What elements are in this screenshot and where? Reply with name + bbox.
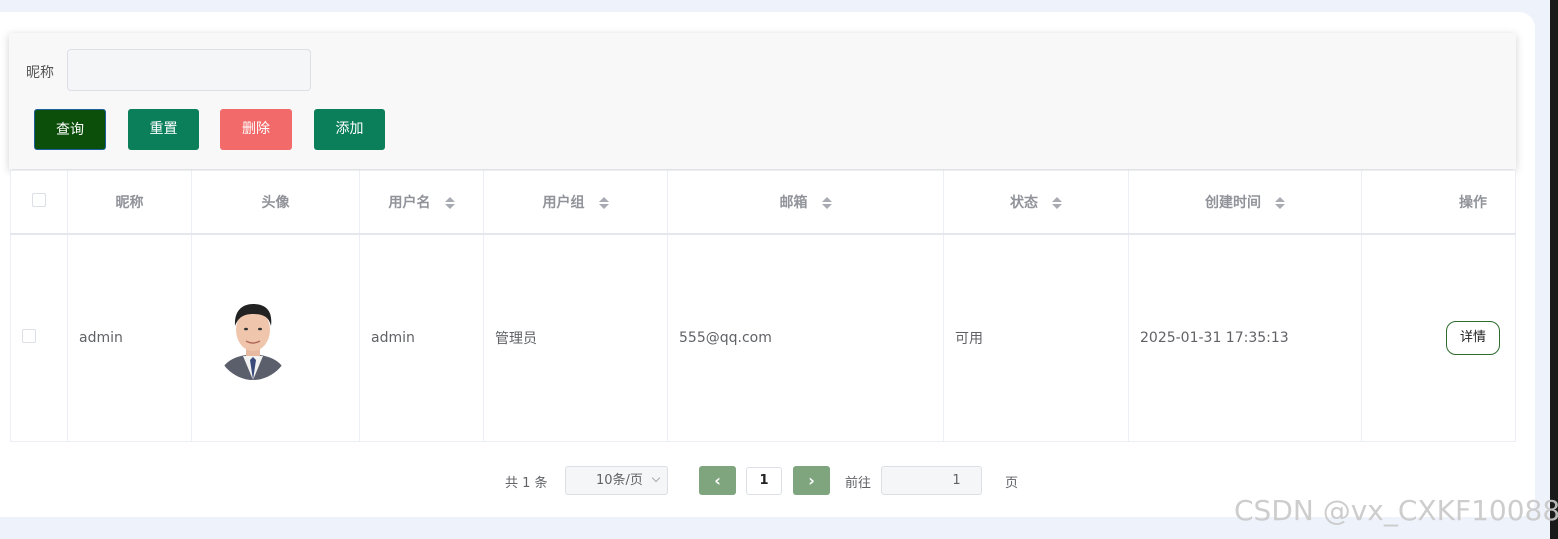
detail-button[interactable]: 详情 [1446,320,1500,355]
table-header: 昵称 头像 用户名 用户组 邮箱 状态 创建时间 操作 [10,170,1516,234]
cell-group: 管理员 [483,233,668,442]
header-avatar-label: 头像 [261,194,290,211]
add-button[interactable]: 添加 [314,109,385,150]
goto-label: 前往 [845,476,872,491]
header-nickname: 昵称 [67,170,192,234]
chevron-left-icon: ‹ [714,471,721,490]
sort-icon[interactable] [1275,196,1285,210]
sort-icon[interactable] [1052,196,1062,210]
main-card: 昵称 查询 重置 删除 添加 昵称 头像 用户名 用户组 邮箱 状态 创建时间 [0,12,1535,517]
header-created-label: 创建时间 [1205,194,1261,211]
header-nickname-label: 昵称 [115,194,144,211]
reset-button[interactable]: 重置 [128,109,199,150]
chevron-down-icon [651,473,661,483]
select-all-checkbox[interactable] [32,192,46,207]
header-select-all [10,170,68,234]
nickname-search-input[interactable] [67,49,311,91]
cell-status: 可用 [943,233,1129,442]
row-select-cell [10,233,68,442]
sort-icon[interactable] [598,196,609,210]
delete-button[interactable]: 删除 [220,109,292,150]
cell-operation: 详情 [1361,233,1516,442]
page-size-select[interactable]: 10条/页 [565,466,668,495]
header-username-label: 用户名 [388,194,431,211]
sort-icon[interactable] [821,196,832,210]
query-button[interactable]: 查询 [34,109,106,150]
page-number-current[interactable]: 1 [746,467,782,495]
user-table: 昵称 头像 用户名 用户组 邮箱 状态 创建时间 操作 admin admin … [10,170,1516,442]
goto-page-input[interactable]: 1 [881,466,982,495]
pagination: 共 1 条 10条/页 ‹ 1 › 前往 1 页 [0,466,1535,495]
cell-avatar [191,233,360,442]
sort-icon[interactable] [444,196,455,210]
page-size-value: 10条/页 [596,473,643,488]
search-label: 昵称 [26,65,54,81]
search-panel: 昵称 查询 重置 删除 添加 [9,33,1516,169]
header-operation-label: 操作 [1459,194,1487,211]
cell-email: 555@qq.com [667,233,944,442]
table-row: admin admin 管理员 555@qq.com 可用 2025-01-31… [10,233,1516,442]
cell-username: admin [359,233,484,442]
header-created[interactable]: 创建时间 [1128,170,1362,234]
header-group-label: 用户组 [542,194,585,211]
chevron-right-icon: › [808,471,815,490]
header-avatar: 头像 [191,170,360,234]
pagination-total: 共 1 条 [505,476,548,491]
prev-page-button[interactable]: ‹ [699,466,736,495]
next-page-button[interactable]: › [793,466,830,495]
header-email-label: 邮箱 [779,194,808,211]
header-operation: 操作 [1361,170,1516,234]
row-checkbox[interactable] [22,328,36,343]
header-status[interactable]: 状态 [943,170,1129,234]
window-edge [1550,0,1558,539]
cell-created: 2025-01-31 17:35:13 [1128,233,1362,442]
page-suffix-label: 页 [1005,476,1019,491]
avatar [215,295,291,380]
header-group[interactable]: 用户组 [483,170,668,234]
watermark-text: CSDN @vx_CXKF10088 [1234,494,1558,527]
cell-nickname: admin [67,233,192,442]
header-email[interactable]: 邮箱 [667,170,944,234]
header-status-label: 状态 [1010,194,1038,211]
header-username[interactable]: 用户名 [359,170,484,234]
